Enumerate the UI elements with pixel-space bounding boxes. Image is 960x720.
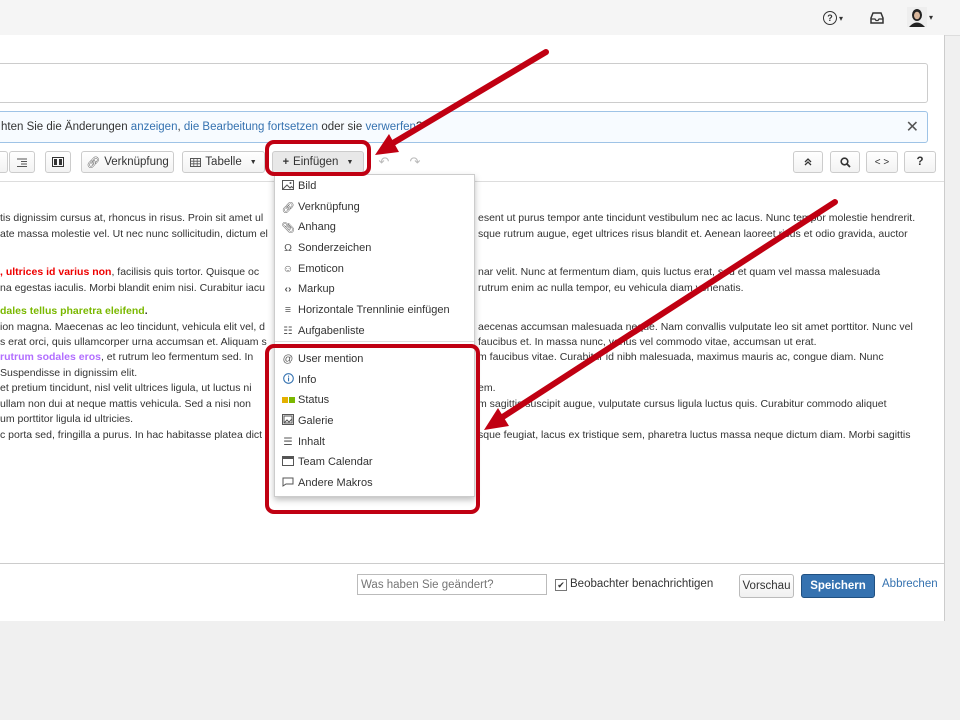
annotation-arrow-top bbox=[375, 49, 549, 155]
annotation-arrows bbox=[375, 49, 838, 430]
annotation-arrow-bottom bbox=[484, 199, 838, 430]
